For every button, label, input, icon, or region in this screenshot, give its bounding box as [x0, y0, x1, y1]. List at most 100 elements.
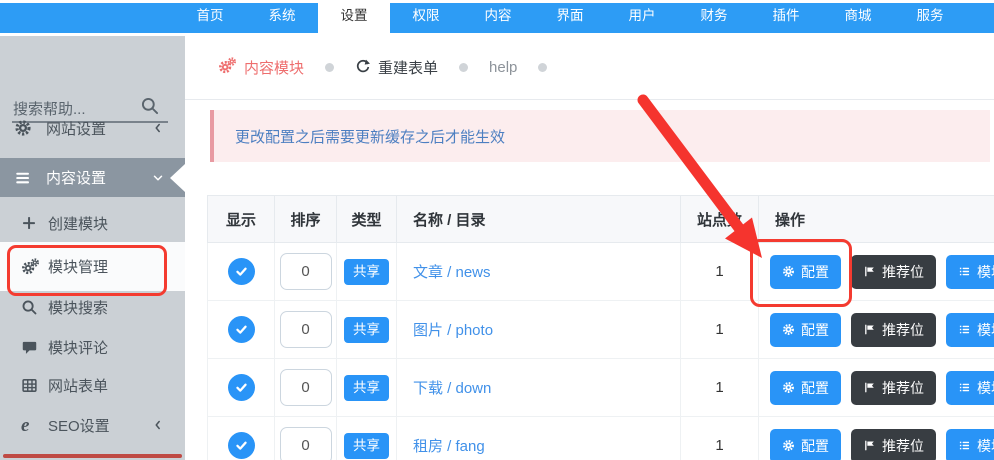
sites-count: 1 [680, 416, 759, 460]
top-nav: 首页 系统 设置 权限 内容 界面 用户 财务 插件 商城 服务 [174, 3, 966, 33]
type-badge: 共享 [344, 432, 389, 459]
nav-item-plugins[interactable]: 插件 [750, 3, 822, 33]
module-name-link[interactable]: 文章 / news [413, 264, 491, 281]
sort-input[interactable] [279, 253, 332, 290]
module-button[interactable]: 模块 [946, 428, 994, 460]
table-row: 共享 下载 / down 1 配置 推荐位 模块 [207, 358, 994, 417]
dot-separator [325, 63, 335, 72]
col-header-order: 排序 [274, 195, 337, 243]
recommend-button[interactable]: 推荐位 [851, 428, 936, 460]
config-button[interactable]: 配置 [770, 254, 841, 289]
refresh-icon [355, 58, 371, 78]
dot-separator [538, 63, 548, 72]
nav-item-permissions[interactable]: 权限 [390, 3, 462, 33]
sites-count: 1 [680, 358, 759, 417]
sidebar-item-module-search[interactable]: 模块搜索 [0, 288, 185, 326]
sidebar: 搜索帮助... 网站设置 内容设置 创建模块 模块管理 模块搜索 模块评论 网站… [0, 36, 185, 460]
active-menu-notch [170, 164, 185, 192]
chevron-left-icon [151, 418, 165, 432]
modules-table: 显示 排序 类型 名称 / 目录 站点数 操作 共享 文章 / news 1 配… [207, 195, 994, 460]
tab-label: 重建表单 [378, 60, 439, 77]
enabled-check-icon[interactable] [227, 316, 255, 343]
recommend-button[interactable]: 推荐位 [851, 312, 936, 347]
tab-label: 内容模块 [244, 60, 305, 77]
nav-item-system[interactable]: 系统 [246, 3, 318, 33]
nav-item-content[interactable]: 内容 [462, 3, 534, 33]
sites-count: 1 [680, 300, 759, 359]
dot-separator [459, 63, 469, 72]
recommend-button[interactable]: 推荐位 [851, 370, 936, 405]
nav-item-settings[interactable]: 设置 [318, 3, 390, 33]
speech-bubble-icon [21, 339, 38, 356]
sidebar-item-label: SEO设置 [48, 417, 110, 435]
sidebar-item-label: 网站表单 [48, 377, 109, 395]
sidebar-item-seo-settings[interactable]: e SEO设置 [0, 406, 185, 444]
sites-count: 1 [680, 242, 759, 301]
tab-rebuild-form[interactable]: 重建表单 [355, 57, 438, 78]
nav-item-home[interactable]: 首页 [174, 3, 246, 33]
menu-bars-icon [14, 169, 32, 187]
sidebar-item-label: 内容设置 [46, 170, 107, 187]
nav-item-finance[interactable]: 财务 [678, 3, 750, 33]
module-name-link[interactable]: 图片 / photo [413, 322, 493, 339]
cogs-icon [218, 56, 237, 79]
module-button[interactable]: 模块 [946, 312, 994, 347]
module-button[interactable]: 模块 [946, 370, 994, 405]
enabled-check-icon[interactable] [227, 432, 255, 459]
sidebar-item-label: 模块管理 [48, 259, 109, 276]
bottom-red-annotation-line [3, 454, 182, 458]
sidebar-item-label: 网站设置 [46, 120, 107, 138]
type-badge: 共享 [344, 316, 389, 343]
table-header-row: 显示 排序 类型 名称 / 目录 站点数 操作 [207, 195, 994, 243]
tab-help[interactable]: help [489, 59, 517, 76]
col-header-actions: 操作 [758, 195, 994, 243]
nav-item-interface[interactable]: 界面 [534, 3, 606, 33]
sort-input[interactable] [279, 311, 332, 348]
config-button[interactable]: 配置 [770, 370, 841, 405]
sort-input[interactable] [279, 427, 332, 460]
recommend-button[interactable]: 推荐位 [851, 254, 936, 289]
col-header-display: 显示 [207, 195, 275, 243]
enabled-check-icon[interactable] [227, 258, 255, 285]
module-name-link[interactable]: 租房 / fang [413, 438, 485, 455]
nav-item-services[interactable]: 服务 [894, 3, 966, 33]
sidebar-item-site-forms[interactable]: 网站表单 [0, 366, 185, 404]
plus-icon [21, 215, 37, 231]
type-badge: 共享 [344, 258, 389, 285]
sidebar-item-label: 模块评论 [48, 339, 109, 357]
alert-message: 更改配置之后需要更新缓存之后才能生效 [235, 128, 506, 146]
col-header-type: 类型 [336, 195, 397, 243]
gear-icon [14, 119, 32, 137]
module-name-link[interactable]: 下载 / down [413, 380, 491, 397]
nav-item-mall[interactable]: 商城 [822, 3, 894, 33]
sidebar-item-site-settings[interactable]: 网站设置 [0, 108, 185, 148]
module-button[interactable]: 模块 [946, 254, 994, 289]
config-button[interactable]: 配置 [770, 428, 841, 460]
enabled-check-icon[interactable] [227, 374, 255, 401]
sidebar-item-label: 创建模块 [48, 215, 109, 233]
table-row: 共享 文章 / news 1 配置 推荐位 模块 [207, 242, 994, 301]
sidebar-item-module-manage[interactable]: 模块管理 [0, 242, 185, 291]
table-row: 共享 租房 / fang 1 配置 推荐位 模块 [207, 416, 994, 460]
chevron-down-icon [151, 171, 165, 185]
table-grid-icon [21, 377, 38, 394]
seo-e-icon: e [21, 414, 30, 436]
col-header-name: 名称 / 目录 [396, 195, 681, 243]
tab-content-module[interactable]: 内容模块 [218, 56, 304, 79]
chevron-left-icon [151, 121, 165, 135]
breadcrumb: 内容模块 重建表单 help [185, 36, 994, 100]
col-header-sites: 站点数 [680, 195, 759, 243]
cache-alert: 更改配置之后需要更新缓存之后才能生效 [210, 110, 990, 162]
search-icon [21, 299, 38, 316]
nav-item-users[interactable]: 用户 [606, 3, 678, 33]
admin-page: 首页 系统 设置 权限 内容 界面 用户 财务 插件 商城 服务 搜索帮助...… [0, 0, 994, 460]
config-button[interactable]: 配置 [770, 312, 841, 347]
sidebar-item-label: 模块搜索 [48, 299, 109, 317]
sort-input[interactable] [279, 369, 332, 406]
cogs-icon [21, 257, 40, 276]
sidebar-item-create-module[interactable]: 创建模块 [0, 203, 185, 243]
table-row: 共享 图片 / photo 1 配置 推荐位 模块 [207, 300, 994, 359]
sidebar-item-module-comments[interactable]: 模块评论 [0, 328, 185, 366]
type-badge: 共享 [344, 374, 389, 401]
sidebar-item-content-settings[interactable]: 内容设置 [0, 158, 185, 197]
